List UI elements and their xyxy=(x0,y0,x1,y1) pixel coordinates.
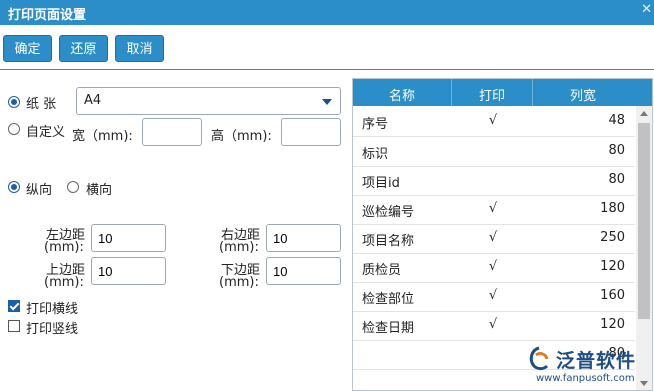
right-margin-unit: (mm): xyxy=(219,240,259,255)
logo-icon xyxy=(529,346,549,371)
confirm-button[interactable]: 确定 xyxy=(3,35,52,62)
landscape-label: 横向 xyxy=(86,183,113,198)
table-row[interactable]: 序号 √ 48 xyxy=(353,107,635,137)
column-header-width[interactable]: 列宽 xyxy=(533,85,633,104)
portrait-radio[interactable] xyxy=(8,181,20,193)
scroll-up-icon[interactable] xyxy=(640,111,648,116)
watermark-name: 泛普软件 xyxy=(556,350,637,372)
cell-width: 120 xyxy=(600,317,625,332)
column-settings-grid: 名称 打印 列宽 序号 √ 48 标识 80 项目id 80 巡检编号 √ 18… xyxy=(352,78,653,391)
window-title: 打印页面设置 xyxy=(8,8,87,23)
bottom-margin-input[interactable] xyxy=(266,257,341,285)
print-horizontal-lines-checkbox[interactable] xyxy=(8,300,20,312)
top-margin-input[interactable] xyxy=(91,257,166,285)
close-icon[interactable]: ✕ xyxy=(641,2,652,17)
watermark-logo: 泛普软件 www.fanpusoft.com xyxy=(518,346,654,391)
cell-name: 巡检编号 xyxy=(362,205,415,220)
cell-print: √ xyxy=(488,288,498,303)
table-row[interactable]: 巡检编号 √ 180 xyxy=(353,195,635,225)
restore-button[interactable]: 还原 xyxy=(59,35,108,62)
paper-select[interactable]: A4 xyxy=(76,87,341,115)
cancel-button[interactable]: 取消 xyxy=(115,35,164,62)
title-bar: 打印页面设置 ✕ xyxy=(0,0,654,25)
print-horizontal-lines-label: 打印横线 xyxy=(26,302,79,317)
width-input[interactable] xyxy=(142,118,202,146)
cell-width: 80 xyxy=(608,172,625,187)
custom-radio[interactable] xyxy=(8,123,20,135)
scrollbar-thumb[interactable] xyxy=(638,123,650,319)
paper-select-value: A4 xyxy=(84,93,102,108)
height-label: 高（mm): xyxy=(211,129,272,144)
right-margin-input[interactable] xyxy=(266,224,341,252)
cell-name: 序号 xyxy=(362,117,389,132)
landscape-radio[interactable] xyxy=(67,181,79,193)
table-row[interactable]: 检查部位 √ 160 xyxy=(353,282,635,312)
cell-width: 80 xyxy=(608,143,625,158)
watermark-url: www.fanpusoft.com xyxy=(536,373,635,384)
table-row[interactable]: 项目名称 √ 250 xyxy=(353,224,635,254)
table-row[interactable]: 质检员 √ 120 xyxy=(353,253,635,283)
toolbar: 确定 还原 取消 xyxy=(0,25,654,70)
custom-label: 自定义 xyxy=(26,125,66,140)
cell-name: 质检员 xyxy=(362,263,402,278)
table-row[interactable]: 标识 80 xyxy=(353,137,635,167)
cell-print: √ xyxy=(488,230,498,245)
left-margin-input[interactable] xyxy=(91,224,166,252)
grid-header: 名称 打印 列宽 xyxy=(353,79,652,106)
cell-name: 标识 xyxy=(362,147,389,162)
width-label: 宽（mm): xyxy=(72,129,133,144)
cell-print: √ xyxy=(488,113,498,128)
paper-radio[interactable] xyxy=(8,96,20,108)
paper-label: 纸 张 xyxy=(26,97,57,112)
column-header-print[interactable]: 打印 xyxy=(452,85,532,104)
cell-width: 250 xyxy=(600,230,625,245)
cell-name: 项目名称 xyxy=(362,234,415,249)
cell-width: 48 xyxy=(608,113,625,128)
table-row[interactable]: 项目id 80 xyxy=(353,166,635,196)
cell-print: √ xyxy=(488,201,498,216)
cell-width: 120 xyxy=(600,259,625,274)
cell-width: 160 xyxy=(600,288,625,303)
table-row[interactable]: 检查日期 √ 120 xyxy=(353,311,635,341)
left-margin-unit: (mm): xyxy=(44,240,84,255)
print-vertical-lines-label: 打印竖线 xyxy=(26,322,79,337)
print-vertical-lines-checkbox[interactable] xyxy=(8,320,20,332)
top-margin-unit: (mm): xyxy=(44,275,84,290)
height-input[interactable] xyxy=(281,118,341,146)
cell-print: √ xyxy=(488,317,498,332)
cell-width: 180 xyxy=(600,201,625,216)
chevron-down-icon xyxy=(322,99,332,105)
cell-name: 检查部位 xyxy=(362,292,415,307)
column-header-name[interactable]: 名称 xyxy=(353,85,451,104)
cell-name: 检查日期 xyxy=(362,321,415,336)
cell-name: 项目id xyxy=(362,176,400,191)
cell-print: √ xyxy=(488,259,498,274)
bottom-margin-unit: (mm): xyxy=(219,275,259,290)
portrait-label: 纵向 xyxy=(26,183,53,198)
